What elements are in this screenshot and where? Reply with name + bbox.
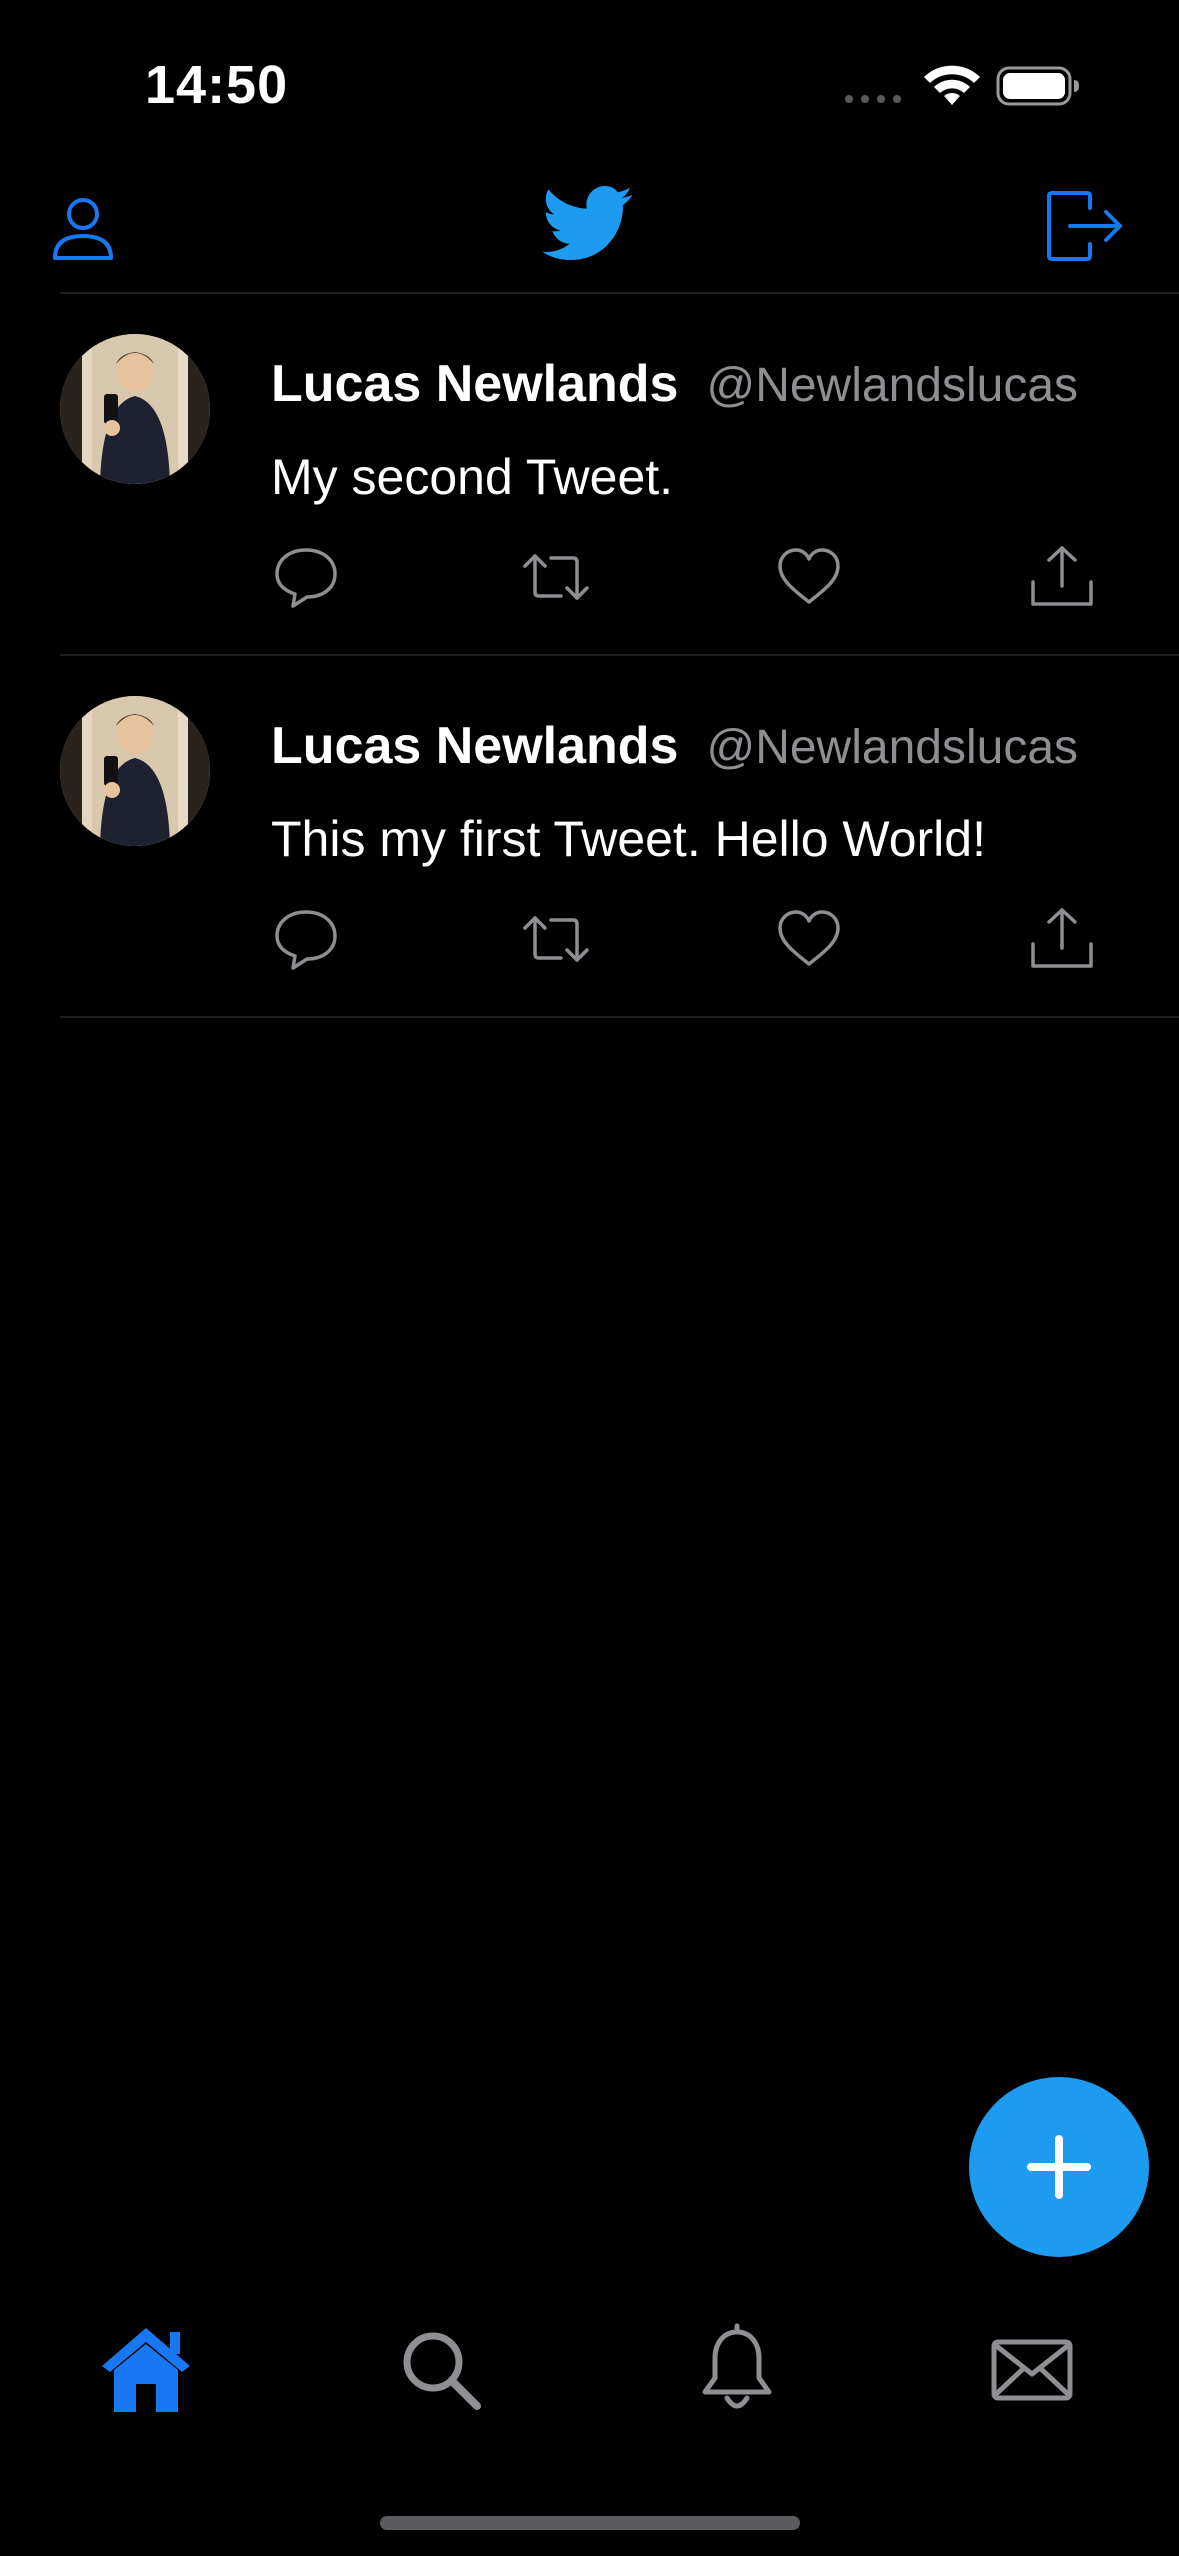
tab-home[interactable] — [98, 2322, 194, 2418]
cellular-signal-icon — [845, 95, 901, 103]
status-bar: 14:50 — [0, 0, 1179, 160]
tab-search[interactable] — [393, 2322, 489, 2418]
logout-icon[interactable] — [1046, 190, 1124, 262]
tweet-header: Lucas Newlands @Newlandslucas — [271, 354, 1078, 414]
home-indicator[interactable] — [380, 2516, 800, 2530]
tweet-author-name[interactable]: Lucas Newlands — [271, 355, 678, 413]
search-icon — [403, 2332, 481, 2410]
home-icon — [102, 2328, 190, 2412]
like-icon[interactable] — [774, 542, 844, 612]
tweet-text: My second Tweet. — [271, 449, 674, 505]
reply-icon[interactable] — [271, 542, 341, 612]
tweet-header: Lucas Newlands @Newlandslucas — [271, 716, 1078, 776]
tab-bar — [0, 2300, 1179, 2440]
reply-icon[interactable] — [271, 904, 341, 974]
wifi-icon — [924, 65, 980, 105]
plus-icon — [1027, 2135, 1091, 2199]
tweet-author-handle[interactable]: @Newlandslucas — [706, 721, 1078, 774]
share-icon[interactable] — [1027, 542, 1097, 612]
retweet-icon[interactable] — [521, 542, 591, 612]
person-icon[interactable] — [52, 196, 114, 262]
tweet-divider — [60, 1016, 1179, 1018]
tweet-row[interactable]: Lucas Newlands @Newlandslucas This my fir… — [0, 656, 1179, 1018]
tweet-actions — [271, 904, 1121, 974]
tab-notifications[interactable] — [689, 2322, 785, 2418]
envelope-icon — [991, 2339, 1073, 2401]
tab-messages[interactable] — [984, 2322, 1080, 2418]
status-time: 14:50 — [145, 55, 289, 115]
retweet-icon[interactable] — [521, 904, 591, 974]
tweet-author-name[interactable]: Lucas Newlands — [271, 717, 678, 775]
tweet-row[interactable]: Lucas Newlands @Newlandslucas My second T… — [0, 294, 1179, 656]
bell-icon — [702, 2323, 772, 2409]
tweet-actions — [271, 542, 1121, 612]
avatar[interactable] — [60, 696, 210, 846]
tweet-author-handle[interactable]: @Newlandslucas — [706, 359, 1078, 412]
tweet-feed: Lucas Newlands @Newlandslucas My second T… — [0, 294, 1179, 1018]
battery-icon — [996, 66, 1079, 106]
twitter-bird-icon — [542, 186, 633, 261]
compose-tweet-button[interactable] — [969, 2077, 1149, 2257]
nav-bar — [0, 160, 1179, 292]
avatar[interactable] — [60, 334, 210, 484]
like-icon[interactable] — [774, 904, 844, 974]
tweet-text: This my first Tweet. Hello World! — [271, 811, 986, 867]
share-icon[interactable] — [1027, 904, 1097, 974]
